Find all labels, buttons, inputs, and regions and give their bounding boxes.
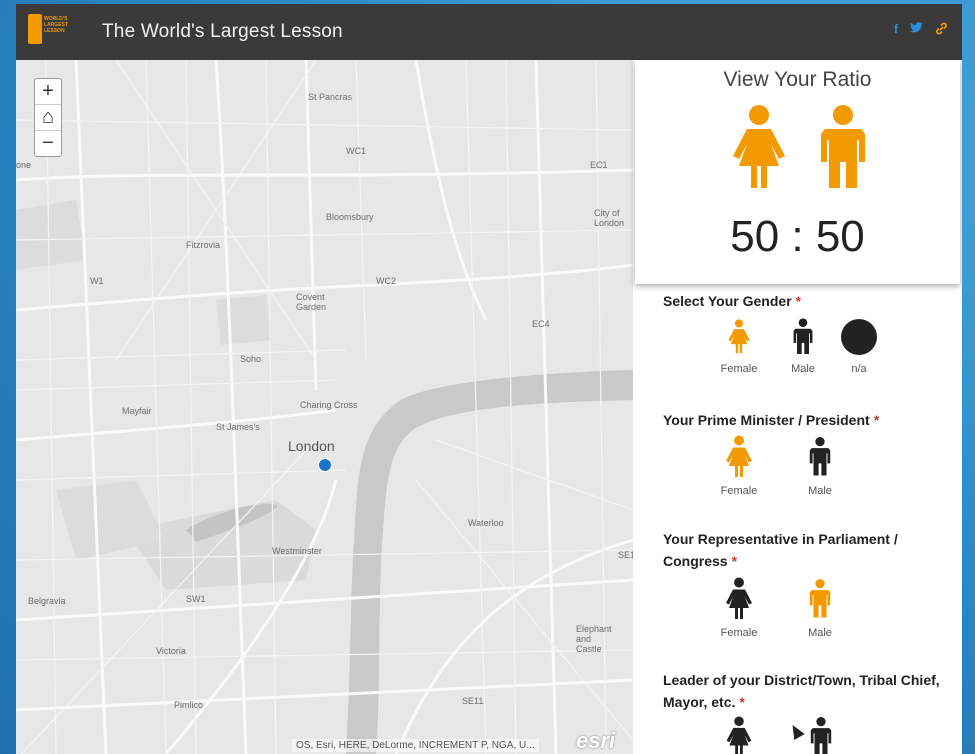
male-icon bbox=[809, 578, 831, 618]
ratio-card: View Your Ratio 50 : 50 bbox=[635, 60, 960, 284]
question-label: Leader of your District/Town, Tribal Chi… bbox=[663, 672, 940, 710]
facebook-icon[interactable]: f bbox=[894, 22, 898, 38]
link-icon[interactable] bbox=[935, 22, 948, 38]
question-label: Your Prime Minister / President bbox=[663, 412, 870, 428]
map-label: W1 bbox=[90, 276, 104, 286]
home-icon[interactable]: ⌂ bbox=[35, 105, 61, 131]
map-label: SW1 bbox=[186, 594, 206, 604]
ratio-value: 50 : 50 bbox=[730, 212, 865, 261]
logo-text: WORLD'S LARGEST LESSON bbox=[44, 16, 68, 34]
female-figure-icon bbox=[733, 105, 785, 188]
social-links: f bbox=[894, 22, 948, 38]
option-female[interactable]: Female bbox=[709, 316, 769, 375]
male-icon bbox=[793, 318, 813, 354]
option-male[interactable]: Male bbox=[792, 434, 848, 497]
map-attribution: OS, Esri, HERE, DeLorme, INCREMENT P, NG… bbox=[292, 739, 539, 752]
location-marker[interactable] bbox=[318, 458, 332, 472]
option-male[interactable] bbox=[807, 716, 835, 754]
map-view[interactable]: St Pancras WC1 EC1 City of London Blooms… bbox=[16, 60, 633, 754]
map-label: City of London bbox=[594, 208, 625, 228]
male-figure-icon bbox=[821, 105, 865, 188]
required-star: * bbox=[739, 694, 745, 710]
map-label: Pimlico bbox=[174, 700, 204, 710]
map-label: one bbox=[16, 160, 32, 170]
female-icon bbox=[726, 716, 752, 754]
female-icon bbox=[726, 435, 752, 477]
map-zoom-control: + ⌂ − bbox=[34, 78, 62, 157]
option-female[interactable]: Female bbox=[709, 576, 769, 639]
question-prime-minister: Your Prime Minister / President * bbox=[663, 409, 962, 431]
app-logo[interactable]: WORLD'S LARGEST LESSON bbox=[28, 12, 68, 52]
map-label: Fitzrovia bbox=[186, 240, 221, 250]
option-label: Female bbox=[720, 485, 758, 497]
map-label: SE1 bbox=[618, 550, 633, 560]
option-female[interactable]: Female bbox=[709, 434, 769, 497]
side-panel: View Your Ratio 50 : 50 Select Your Gend… bbox=[633, 60, 962, 754]
book-icon bbox=[28, 14, 42, 44]
app-title: The World's Largest Lesson bbox=[102, 21, 343, 42]
option-label: n/a bbox=[851, 363, 867, 375]
map-label: WC1 bbox=[346, 146, 366, 156]
female-icon bbox=[726, 577, 752, 619]
map-label: Belgravia bbox=[28, 596, 66, 606]
header-bar: WORLD'S LARGEST LESSON The World's Large… bbox=[16, 4, 962, 60]
map-label: EC1 bbox=[590, 160, 608, 170]
map-label: Covent Garden bbox=[296, 292, 327, 312]
map-label: Soho bbox=[240, 354, 262, 364]
map-label: Waterloo bbox=[468, 518, 504, 528]
question-label: Your Representative in Parliament / Cong… bbox=[663, 531, 898, 569]
circle-icon bbox=[841, 319, 877, 355]
option-label: Female bbox=[720, 363, 758, 375]
map-label: Charing Cross bbox=[300, 400, 358, 410]
map-label: Bloomsbury bbox=[326, 212, 374, 222]
male-icon bbox=[809, 436, 831, 476]
map-label: Westminster bbox=[272, 546, 322, 556]
ratio-title: View Your Ratio bbox=[723, 68, 872, 91]
esri-logo: esri bbox=[576, 728, 616, 753]
question-label: Select Your Gender bbox=[663, 293, 792, 309]
map-label: St Pancras bbox=[308, 92, 353, 102]
female-icon bbox=[728, 319, 750, 354]
question-leader: Leader of your District/Town, Tribal Chi… bbox=[663, 669, 962, 713]
map-label: WC2 bbox=[376, 276, 396, 286]
app-window: WORLD'S LARGEST LESSON The World's Large… bbox=[16, 4, 962, 754]
map-label: Victoria bbox=[156, 646, 186, 656]
map-label: Mayfair bbox=[122, 406, 152, 416]
zoom-in-button[interactable]: + bbox=[35, 79, 61, 105]
option-female[interactable] bbox=[723, 716, 755, 754]
option-label: Male bbox=[808, 627, 832, 639]
map-label: St James's bbox=[216, 422, 260, 432]
map-label: Elephant and Castle bbox=[576, 624, 612, 654]
map-label: EC4 bbox=[532, 319, 550, 329]
question-gender: Select Your Gender * bbox=[663, 290, 962, 312]
option-male[interactable]: Male bbox=[775, 316, 831, 375]
option-na[interactable]: n/a bbox=[837, 316, 881, 375]
option-label: Female bbox=[720, 627, 758, 639]
option-label: Male bbox=[808, 485, 832, 497]
zoom-out-button[interactable]: − bbox=[35, 131, 61, 156]
required-star: * bbox=[795, 293, 802, 309]
option-male[interactable]: Male bbox=[792, 576, 848, 639]
required-star: * bbox=[731, 553, 738, 569]
male-icon bbox=[810, 716, 832, 754]
option-label: Male bbox=[791, 363, 815, 375]
map-label: SE11 bbox=[462, 696, 484, 706]
twitter-icon[interactable] bbox=[910, 22, 923, 38]
required-star: * bbox=[873, 412, 880, 428]
map-label-london: London bbox=[288, 438, 335, 454]
question-representative: Your Representative in Parliament / Cong… bbox=[663, 528, 962, 572]
